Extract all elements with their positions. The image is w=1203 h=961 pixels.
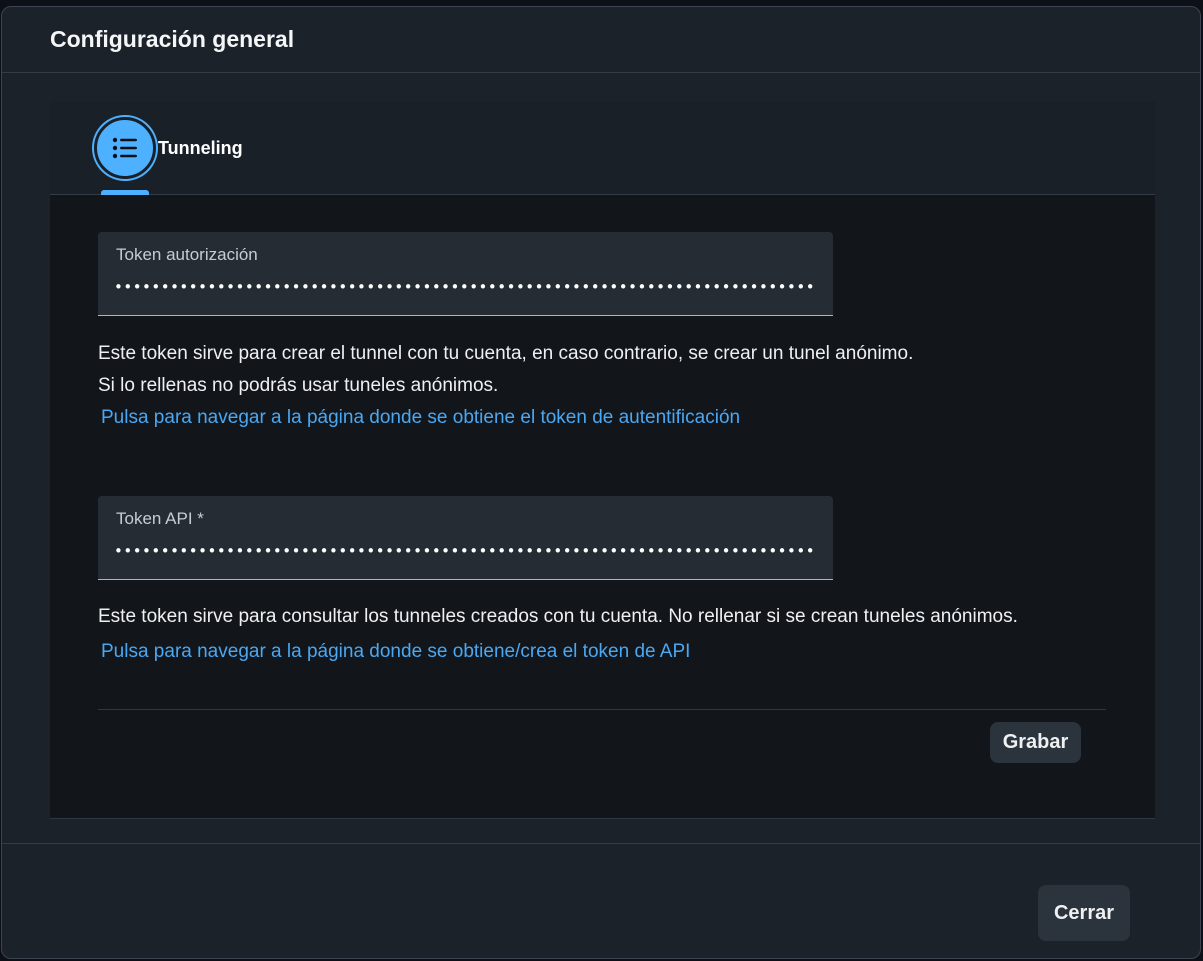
settings-dialog: Configuración general Tunneling Token au… [1,6,1201,959]
auth-token-label: Token autorización [116,245,258,264]
api-token-help-line1: Este token sirve para consultar los tunn… [98,606,1018,627]
content-panel: Tunneling Token autorización Este token … [50,101,1155,819]
tab-label: Tunneling [158,137,243,158]
api-token-field[interactable]: Token API * [98,496,833,580]
form-divider [98,709,1106,710]
auth-token-help-line1: Este token sirve para crear el tunnel co… [98,343,914,364]
list-icon [94,117,156,179]
api-token-label: Token API * [116,509,204,528]
auth-token-input[interactable] [114,274,817,300]
api-token-link[interactable]: Pulsa para navegar a la página donde se … [101,641,690,663]
tab-tunneling[interactable]: Tunneling [94,117,243,179]
save-button[interactable]: Grabar [990,722,1081,763]
tab-selected-indicator [101,190,149,195]
auth-token-link[interactable]: Pulsa para navegar a la página donde se … [101,407,740,429]
close-button[interactable]: Cerrar [1038,885,1130,941]
footer-divider [2,843,1200,844]
api-token-input[interactable] [114,538,817,564]
dialog-header: Configuración general [2,7,1200,73]
auth-token-help-line2: Si lo rellenas no podrás usar tuneles an… [98,375,499,396]
tab-bar: Tunneling [50,101,1155,195]
auth-token-field[interactable]: Token autorización [98,232,833,316]
dialog-title: Configuración general [50,26,295,52]
